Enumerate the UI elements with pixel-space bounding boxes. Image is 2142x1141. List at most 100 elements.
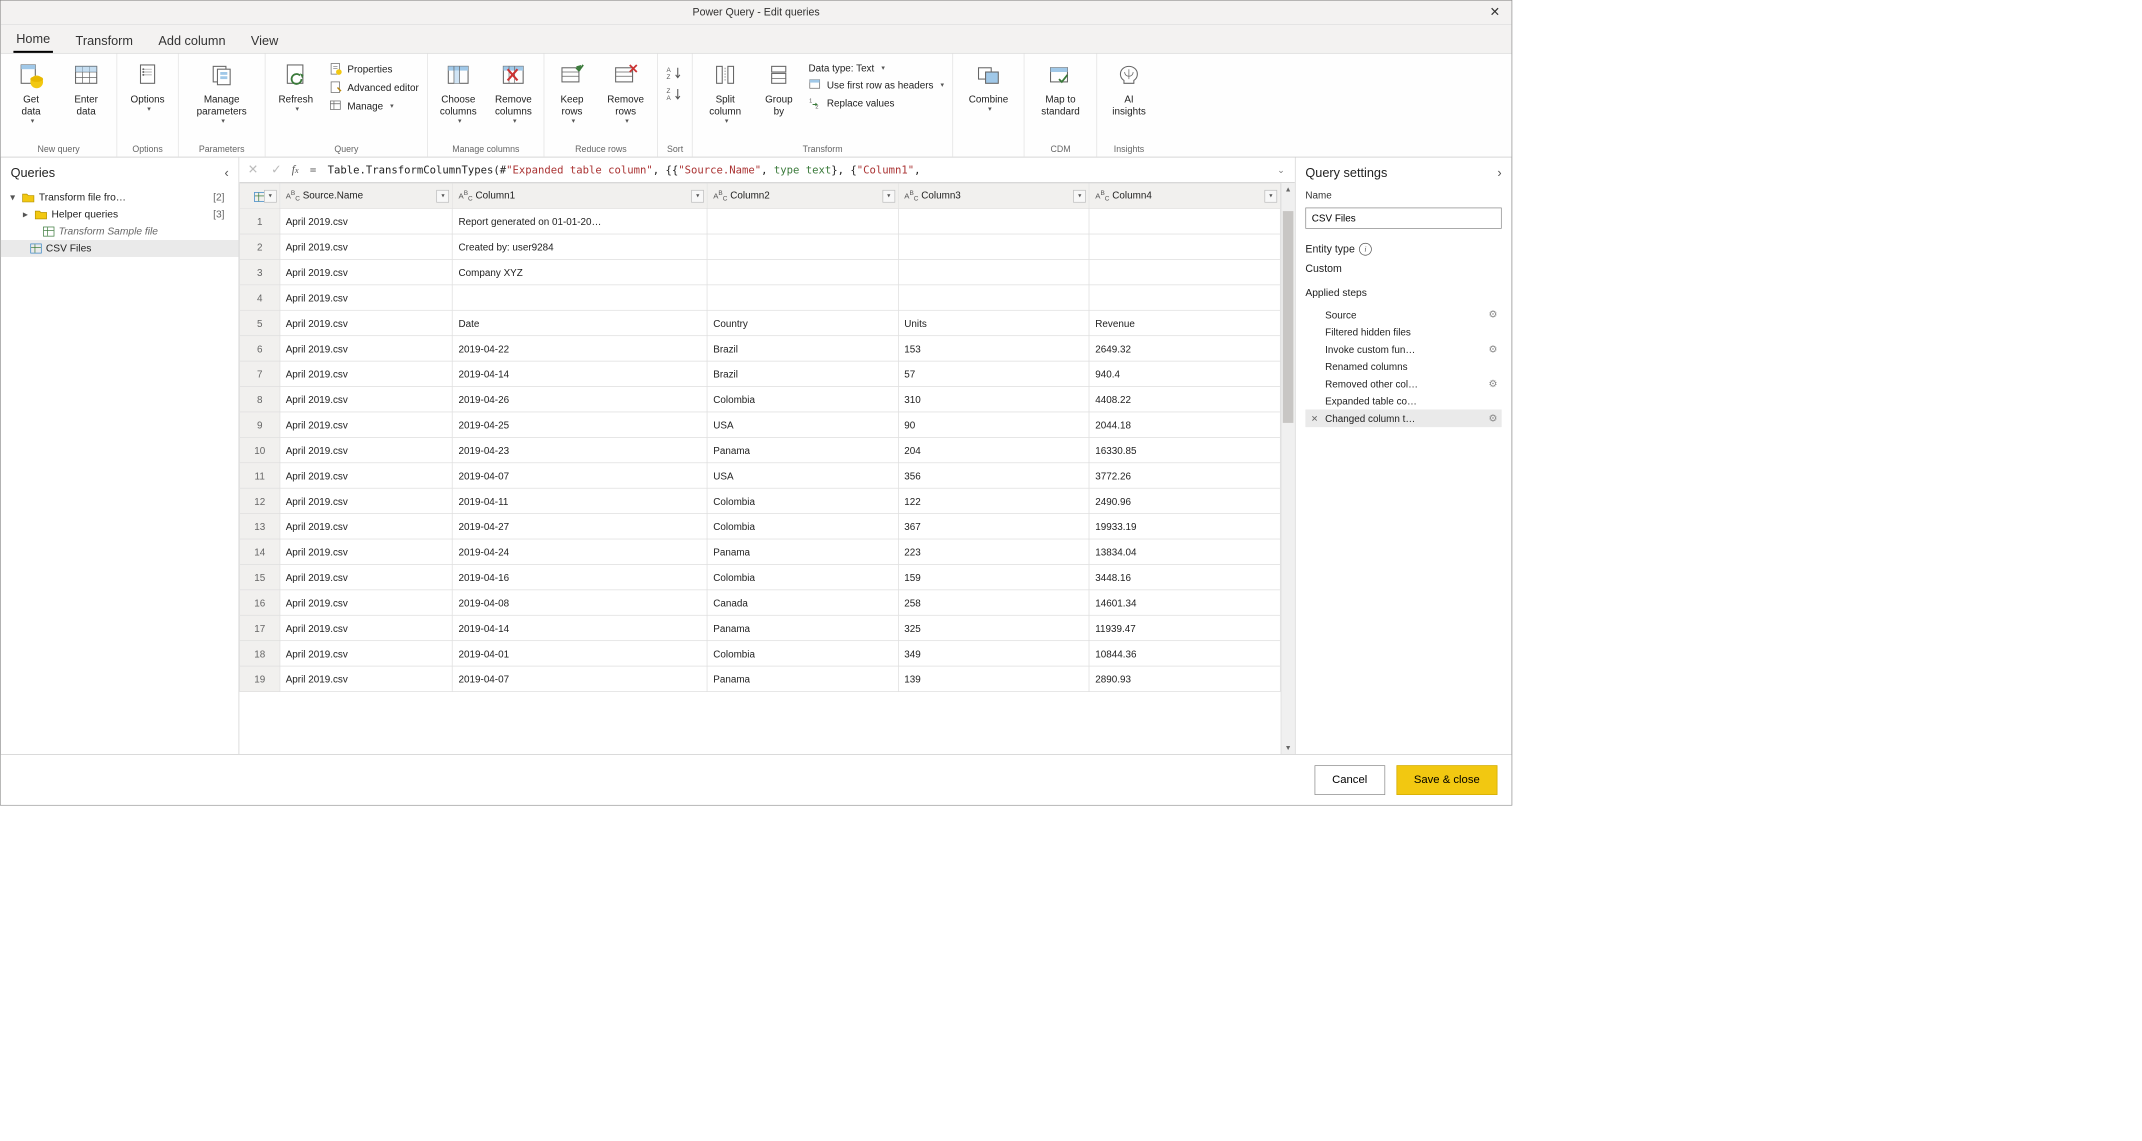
cell[interactable]: USA — [707, 412, 898, 437]
cell[interactable]: Canada — [707, 590, 898, 615]
row-number[interactable]: 16 — [240, 590, 280, 615]
scroll-thumb[interactable] — [1283, 211, 1294, 423]
column-filter-icon[interactable]: ▾ — [1073, 190, 1086, 203]
table-row[interactable]: 13April 2019.csv2019-04-27Colombia367199… — [240, 514, 1281, 539]
table-row[interactable]: 7April 2019.csv2019-04-14Brazil57940.4 — [240, 361, 1281, 386]
query-folder-helper[interactable]: ▸ Helper queries [3] — [1, 206, 239, 223]
use-first-row-button[interactable]: Use first row as headers — [804, 76, 948, 93]
tab-view[interactable]: View — [248, 28, 281, 53]
table-row[interactable]: 12April 2019.csv2019-04-11Colombia122249… — [240, 488, 1281, 513]
table-row[interactable]: 18April 2019.csv2019-04-01Colombia349108… — [240, 641, 1281, 666]
grid-corner[interactable]: ▾ — [240, 183, 280, 208]
ai-insights-button[interactable]: AI insights — [1101, 56, 1156, 116]
cell[interactable]: Report generated on 01-01-20… — [453, 209, 708, 234]
formula-expand-icon[interactable]: ⌄ — [1273, 164, 1289, 175]
cell[interactable] — [707, 234, 898, 259]
cell[interactable]: April 2019.csv — [280, 234, 453, 259]
cell[interactable]: Panama — [707, 437, 898, 462]
row-number[interactable]: 4 — [240, 285, 280, 310]
row-number[interactable]: 9 — [240, 412, 280, 437]
cell[interactable] — [707, 285, 898, 310]
group-by-button[interactable]: Group by — [756, 56, 801, 116]
tab-home[interactable]: Home — [13, 26, 53, 53]
cell[interactable]: April 2019.csv — [280, 564, 453, 589]
remove-columns-button[interactable]: Remove columns — [487, 56, 539, 124]
cell[interactable]: 940.4 — [1089, 361, 1280, 386]
column-header[interactable]: ABCColumn3▾ — [898, 183, 1089, 208]
cell[interactable]: 2019-04-14 — [453, 361, 708, 386]
cell[interactable]: Created by: user9284 — [453, 234, 708, 259]
cell[interactable]: 325 — [898, 615, 1089, 640]
refresh-button[interactable]: Refresh — [270, 56, 322, 112]
scroll-down-icon[interactable]: ▼ — [1281, 741, 1294, 754]
options-button[interactable]: Options — [121, 56, 173, 112]
row-number[interactable]: 11 — [240, 463, 280, 488]
cell[interactable]: 2019-04-23 — [453, 437, 708, 462]
sort-desc-button[interactable]: ZA — [662, 85, 687, 105]
cell[interactable]: Panama — [707, 539, 898, 564]
column-header[interactable]: ABCColumn2▾ — [707, 183, 898, 208]
row-number[interactable]: 8 — [240, 387, 280, 412]
cell[interactable] — [453, 285, 708, 310]
table-row[interactable]: 15April 2019.csv2019-04-16Colombia159344… — [240, 564, 1281, 589]
table-row[interactable]: 9April 2019.csv2019-04-25USA902044.18 — [240, 412, 1281, 437]
cell[interactable]: April 2019.csv — [280, 285, 453, 310]
cell[interactable]: 16330.85 — [1089, 437, 1280, 462]
row-number[interactable]: 5 — [240, 310, 280, 335]
column-header[interactable]: ABCSource.Name▾ — [280, 183, 453, 208]
gear-icon[interactable]: ⚙ — [1489, 378, 1498, 390]
column-filter-icon[interactable]: ▾ — [1264, 190, 1277, 203]
cell[interactable]: 4408.22 — [1089, 387, 1280, 412]
applied-step[interactable]: Expanded table co… — [1305, 393, 1501, 410]
cell[interactable]: 57 — [898, 361, 1089, 386]
keep-rows-button[interactable]: Keep rows — [549, 56, 596, 124]
row-number[interactable]: 6 — [240, 336, 280, 361]
cell[interactable] — [898, 234, 1089, 259]
cell[interactable] — [707, 259, 898, 284]
enter-data-button[interactable]: Enter data — [60, 56, 112, 116]
cell[interactable]: 2890.93 — [1089, 666, 1280, 691]
table-row[interactable]: 17April 2019.csv2019-04-14Panama32511939… — [240, 615, 1281, 640]
query-name-input[interactable] — [1305, 208, 1501, 229]
table-row[interactable]: 10April 2019.csv2019-04-23Panama20416330… — [240, 437, 1281, 462]
column-filter-icon[interactable]: ▾ — [882, 190, 895, 203]
cell[interactable]: Brazil — [707, 336, 898, 361]
map-to-standard-button[interactable]: Map to standard — [1029, 56, 1093, 116]
cell[interactable] — [1089, 234, 1280, 259]
row-number[interactable]: 13 — [240, 514, 280, 539]
cell[interactable]: April 2019.csv — [280, 539, 453, 564]
table-row[interactable]: 4April 2019.csv — [240, 285, 1281, 310]
tab-add-column[interactable]: Add column — [156, 28, 229, 53]
cell[interactable] — [1089, 259, 1280, 284]
cell[interactable]: 11939.47 — [1089, 615, 1280, 640]
cell[interactable]: 19933.19 — [1089, 514, 1280, 539]
cell[interactable]: 139 — [898, 666, 1089, 691]
cell[interactable]: April 2019.csv — [280, 437, 453, 462]
cell[interactable]: April 2019.csv — [280, 666, 453, 691]
row-number[interactable]: 2 — [240, 234, 280, 259]
cell[interactable]: 310 — [898, 387, 1089, 412]
manage-button[interactable]: Manage — [325, 97, 423, 114]
row-number[interactable]: 19 — [240, 666, 280, 691]
cell[interactable]: 2019-04-01 — [453, 641, 708, 666]
formula-cancel-icon[interactable]: ✕ — [245, 162, 261, 177]
applied-step[interactable]: Renamed columns — [1305, 358, 1501, 375]
cell[interactable]: 349 — [898, 641, 1089, 666]
gear-icon[interactable]: ⚙ — [1489, 309, 1498, 321]
table-row[interactable]: 8April 2019.csv2019-04-26Colombia3104408… — [240, 387, 1281, 412]
cell[interactable]: April 2019.csv — [280, 641, 453, 666]
sort-asc-button[interactable]: AZ — [662, 64, 687, 84]
cell[interactable]: Brazil — [707, 361, 898, 386]
query-transform-sample[interactable]: Transform Sample file — [1, 223, 239, 240]
cell[interactable]: April 2019.csv — [280, 590, 453, 615]
cell[interactable]: 258 — [898, 590, 1089, 615]
cell[interactable]: 90 — [898, 412, 1089, 437]
formula-commit-icon[interactable]: ✓ — [268, 162, 284, 177]
cell[interactable] — [1089, 285, 1280, 310]
cell[interactable]: 2019-04-26 — [453, 387, 708, 412]
cell[interactable]: 356 — [898, 463, 1089, 488]
cell[interactable]: 223 — [898, 539, 1089, 564]
cell[interactable]: 2019-04-16 — [453, 564, 708, 589]
cell[interactable]: April 2019.csv — [280, 310, 453, 335]
cell[interactable]: 2019-04-22 — [453, 336, 708, 361]
